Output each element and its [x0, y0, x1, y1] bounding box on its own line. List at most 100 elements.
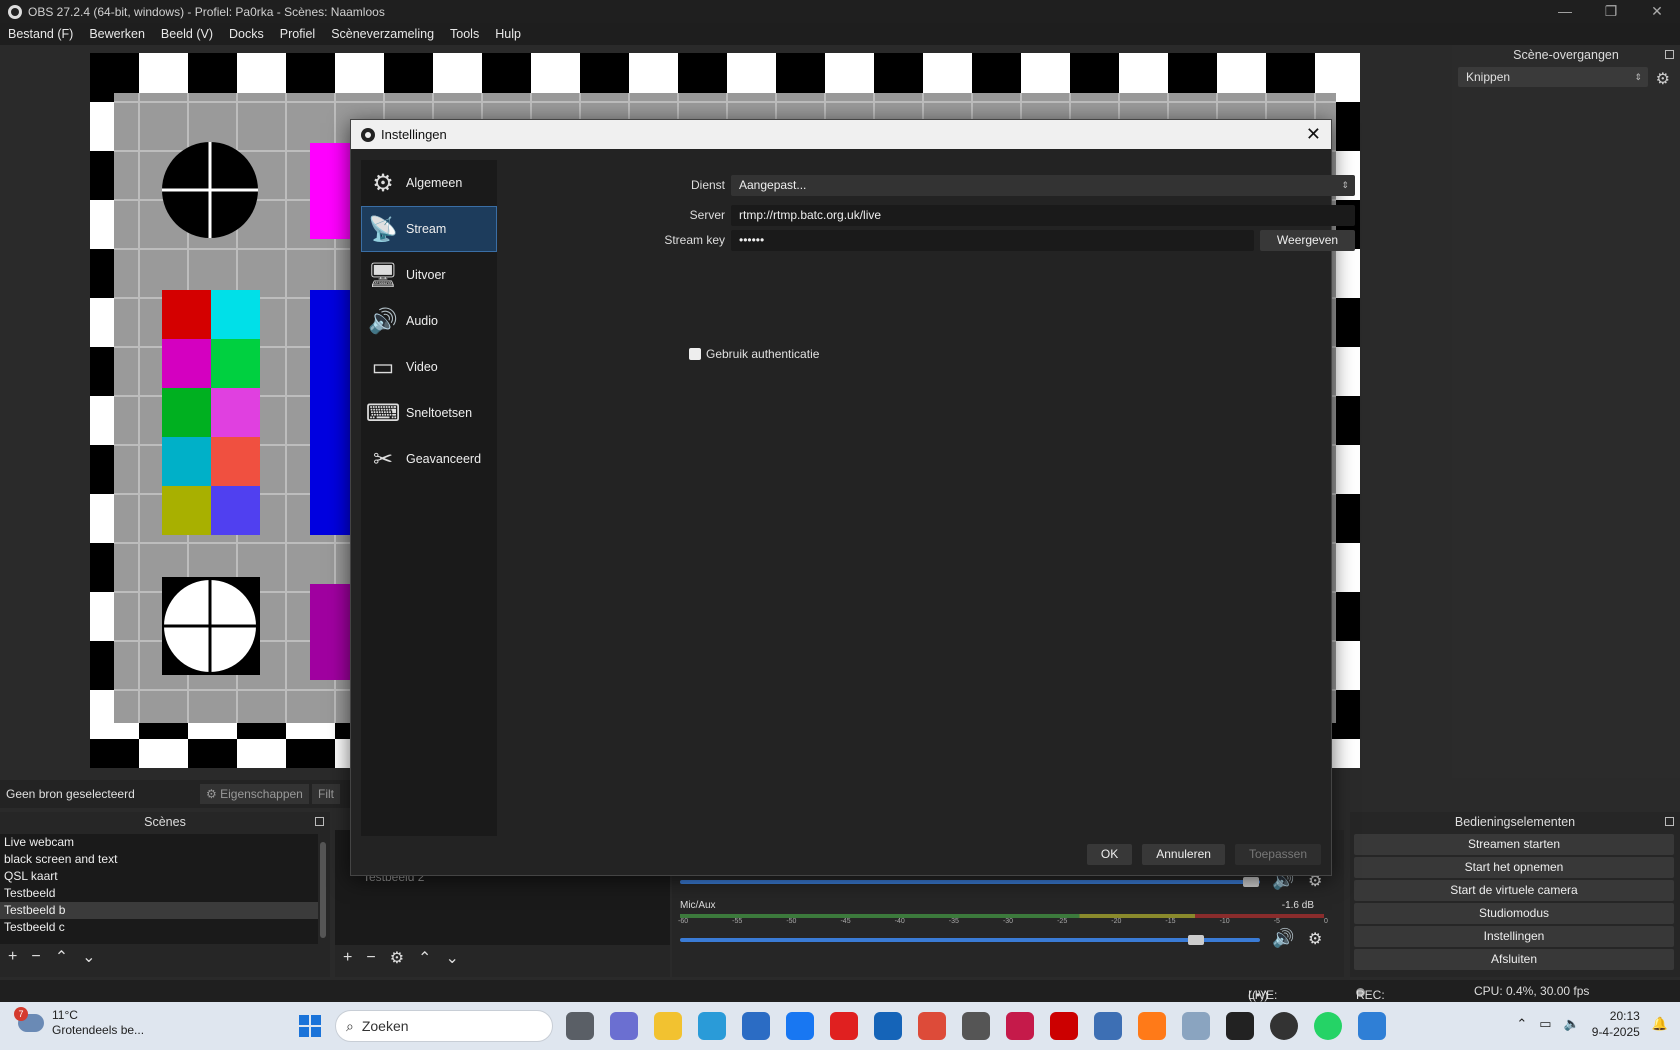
scene-item[interactable]: black screen and text	[0, 851, 318, 868]
facebook-icon[interactable]	[786, 1012, 814, 1040]
remove-icon[interactable]: −	[31, 948, 40, 966]
file-explorer-icon[interactable]	[654, 1012, 682, 1040]
maximize-button[interactable]: ❐	[1588, 0, 1634, 23]
scale-tick: -50	[786, 918, 797, 925]
chrome-icon[interactable]	[918, 1012, 946, 1040]
outlook-icon[interactable]	[874, 1012, 902, 1040]
scale-tick: 0	[1323, 918, 1328, 925]
raspberry-pi-icon[interactable]	[1006, 1012, 1034, 1040]
network-icon[interactable]: ▭	[1539, 1016, 1551, 1032]
settings-button[interactable]: Instellingen	[1354, 926, 1674, 947]
undock-icon[interactable]	[1665, 817, 1674, 826]
network-app-icon[interactable]	[1094, 1012, 1122, 1040]
time: 20:13	[1609, 1009, 1640, 1023]
scrollbar[interactable]	[320, 842, 326, 938]
task-view-icon[interactable]	[566, 1012, 594, 1040]
device-app-icon[interactable]	[1182, 1012, 1210, 1040]
filters-button[interactable]: Filt	[312, 784, 340, 804]
terminal-icon[interactable]	[1226, 1012, 1254, 1040]
cancel-button[interactable]: Annuleren	[1142, 844, 1225, 865]
menu-bestand[interactable]: Bestand (F)	[8, 27, 73, 41]
move-up-icon[interactable]: ⌃	[55, 947, 68, 967]
volume-slider-handle[interactable]	[1243, 877, 1260, 887]
undock-icon[interactable]	[1665, 50, 1674, 59]
menu-profiel[interactable]: Profiel	[280, 27, 315, 41]
ok-button[interactable]: OK	[1086, 844, 1133, 865]
add-icon[interactable]: +	[343, 949, 352, 967]
volume-slider-handle[interactable]	[1188, 935, 1205, 945]
nav-stream[interactable]: 📡 Stream	[361, 206, 497, 252]
speaker-icon[interactable]: 🔊	[1272, 928, 1294, 949]
nav-uitvoer[interactable]: 🖥 Uitvoer	[361, 252, 497, 298]
scene-item[interactable]: Testbeeld	[0, 885, 318, 902]
store-icon[interactable]	[742, 1012, 770, 1040]
use-auth-checkbox[interactable]: Gebruik authenticatie	[689, 347, 819, 361]
scenes-toolbar: + − ⌃ ⌄	[0, 944, 330, 970]
gear-icon[interactable]: ⚙	[1308, 929, 1322, 949]
nav-label: Algemeen	[406, 176, 463, 190]
menu-tools[interactable]: Tools	[450, 27, 479, 41]
gear-icon: ⚙	[206, 787, 217, 801]
move-up-icon[interactable]: ⌃	[418, 948, 431, 968]
notification-bell-icon[interactable]: 🔔	[1652, 1016, 1668, 1032]
scene-item[interactable]: Live webcam	[0, 834, 318, 851]
weather-widget[interactable]: 7 11°C Grotendeels be...	[14, 1007, 145, 1038]
teams-icon[interactable]	[610, 1012, 638, 1040]
output-icon: 🖥	[367, 261, 399, 289]
minimize-button[interactable]: —	[1542, 0, 1588, 23]
edge-icon[interactable]	[698, 1012, 726, 1040]
menu-beeld[interactable]: Beeld (V)	[161, 27, 213, 41]
gear-icon[interactable]: ⚙	[1656, 69, 1670, 89]
firefox-icon[interactable]	[1138, 1012, 1166, 1040]
nav-audio[interactable]: 🔊 Audio	[361, 298, 497, 344]
nav-algemeen[interactable]: ⚙ Algemeen	[361, 160, 497, 206]
service-select[interactable]: Aangepast... ⇕	[731, 174, 1355, 196]
undock-icon[interactable]	[315, 817, 324, 826]
chevron-up-icon[interactable]: ⌃	[1516, 1016, 1527, 1032]
scale-tick: -55	[732, 918, 743, 925]
server-input[interactable]: rtmp://rtmp.batc.org.uk/live	[731, 204, 1355, 226]
start-button[interactable]	[299, 1015, 321, 1037]
youtube-icon[interactable]	[830, 1012, 858, 1040]
mcafee-icon[interactable]	[1050, 1012, 1078, 1040]
close-button[interactable]: ✕	[1634, 0, 1680, 23]
clock[interactable]: 20:13 9-4-2025	[1592, 1008, 1640, 1040]
exit-button[interactable]: Afsluiten	[1354, 949, 1674, 970]
volume-slider-track[interactable]	[680, 938, 1260, 942]
scene-item[interactable]: Testbeeld c	[0, 919, 318, 936]
obs-icon[interactable]	[1270, 1012, 1298, 1040]
volume-icon[interactable]: 🔈	[1564, 1016, 1580, 1032]
menu-bewerken[interactable]: Bewerken	[89, 27, 145, 41]
start-virtual-camera-button[interactable]: Start de virtuele camera	[1354, 880, 1674, 901]
nav-sneltoetsen[interactable]: ⌨ Sneltoetsen	[361, 390, 497, 436]
start-recording-button[interactable]: Start het opnemen	[1354, 857, 1674, 878]
obs-logo-icon	[361, 127, 375, 142]
dock-title-transitions: Scène-overgangen	[1452, 45, 1680, 65]
menu-docks[interactable]: Docks	[229, 27, 264, 41]
remove-icon[interactable]: −	[366, 949, 375, 967]
menu-sceneverzameling[interactable]: Scèneverzameling	[331, 27, 434, 41]
properties-button[interactable]: ⚙ Eigenschappen	[200, 784, 309, 804]
show-key-button[interactable]: Weergeven	[1260, 229, 1355, 251]
stream-key-input[interactable]: ••••••	[731, 229, 1254, 251]
move-down-icon[interactable]: ⌄	[445, 948, 458, 968]
apply-button[interactable]: Toepassen	[1234, 844, 1321, 865]
nav-video[interactable]: ▭ Video	[361, 344, 497, 390]
search-input[interactable]: ⌕ Zoeken	[335, 1010, 553, 1042]
menu-hulp[interactable]: Hulp	[495, 27, 521, 41]
media-app-icon[interactable]	[962, 1012, 990, 1040]
nav-geavanceerd[interactable]: ✂ Geavanceerd	[361, 436, 497, 482]
transition-select[interactable]: Knippen ⇕	[1458, 67, 1648, 87]
whatsapp-icon[interactable]	[1314, 1012, 1342, 1040]
add-icon[interactable]: +	[8, 948, 17, 966]
move-down-icon[interactable]: ⌄	[82, 947, 95, 967]
close-icon[interactable]: ✕	[1306, 124, 1321, 145]
gear-icon[interactable]: ⚙	[390, 948, 404, 968]
volume-slider-track[interactable]	[680, 880, 1260, 884]
scene-item[interactable]: QSL kaart	[0, 868, 318, 885]
photos-icon[interactable]	[1358, 1012, 1386, 1040]
start-streaming-button[interactable]: Streamen starten	[1354, 834, 1674, 855]
weather-text: Grotendeels be...	[52, 1023, 145, 1037]
scene-item-selected[interactable]: Testbeeld b	[0, 902, 318, 919]
studio-mode-button[interactable]: Studiomodus	[1354, 903, 1674, 924]
